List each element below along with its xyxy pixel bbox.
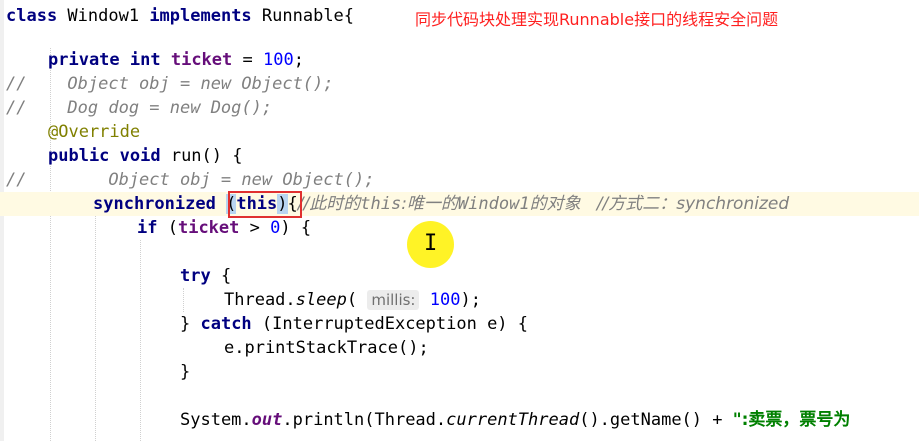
field-name: ticket <box>177 218 240 238</box>
code-line-print-stack[interactable]: e.printStackTrace(); <box>224 336 429 360</box>
code-line-try[interactable]: try { <box>180 264 231 288</box>
code-line-if[interactable]: if (ticket > 0) { <box>137 216 311 240</box>
code-text: System. <box>180 410 252 430</box>
code-text: > <box>239 218 271 238</box>
code-text: = <box>232 50 263 70</box>
code-line-catch[interactable]: } catch (InterruptedException e) { <box>180 312 528 336</box>
keyword: class <box>6 6 58 26</box>
comment: 的对象 //方式二：synchronized <box>529 194 790 214</box>
keyword: synchronized <box>93 194 216 214</box>
code-line-close-brace[interactable]: } <box>180 360 190 384</box>
keyword: private int <box>48 50 161 70</box>
indent-guide <box>140 240 141 441</box>
comment: Window1 <box>457 194 530 214</box>
code-line-comment[interactable]: // Dog dog = new Dog(); <box>6 96 272 120</box>
code-text: Thread. <box>224 290 296 310</box>
code-line-sleep[interactable]: Thread.sleep( millis: 100); <box>224 288 481 312</box>
field-name: ticket <box>170 50 233 70</box>
comment: :唯一的 <box>401 194 458 214</box>
editor-gutter <box>0 0 4 441</box>
highlight-box <box>228 191 302 218</box>
code-line-annotation[interactable]: @Override <box>48 120 140 144</box>
code-line-synchronized[interactable]: synchronized (this){//此时的this:唯一的Window1… <box>93 192 789 216</box>
code-text: ; <box>293 50 304 70</box>
code-line-method-decl[interactable]: public void run() { <box>48 144 242 168</box>
code-text: ) { <box>280 218 312 238</box>
code-text: run() { <box>160 146 243 166</box>
code-text: { <box>210 266 232 286</box>
code-line-comment[interactable]: // Object obj = new Object(); <box>6 72 334 96</box>
text-cursor-icon: I <box>424 231 438 256</box>
indent-guide <box>95 216 96 441</box>
number-literal: 100 <box>429 290 461 310</box>
number-literal: 0 <box>270 218 281 238</box>
code-text: ); <box>460 290 481 310</box>
code-line-println[interactable]: System.out.println(Thread.currentThread(… <box>180 408 850 432</box>
comment: //此时的 <box>297 194 361 214</box>
code-line-comment[interactable]: // Object obj = new Object(); <box>6 168 374 192</box>
static-method: currentThread <box>446 410 580 430</box>
code-text: ( <box>157 218 178 238</box>
keyword: public void <box>48 146 161 166</box>
number-literal: 100 <box>262 50 294 70</box>
code-text: .println(Thread. <box>282 410 447 430</box>
annotation-note: 同步代码块处理实现Runnable接口的线程安全问题 <box>415 10 779 29</box>
keyword: catch <box>200 314 252 334</box>
static-method: sleep <box>295 290 347 310</box>
keyword: implements <box>149 6 252 26</box>
keyword: if <box>137 218 158 238</box>
code-text: (InterruptedException e) { <box>251 314 529 334</box>
code-text: ().getName() + <box>579 410 733 430</box>
keyword: try <box>180 266 211 286</box>
static-field: out <box>251 410 283 430</box>
code-line-field[interactable]: private int ticket = 100; <box>48 48 304 72</box>
code-text: Runnable{ <box>251 6 355 26</box>
code-line-class-decl[interactable]: class Window1 implements Runnable{ <box>6 4 354 28</box>
code-text: ( <box>346 290 368 310</box>
parameter-hint: millis: <box>367 290 420 310</box>
class-name: Window1 <box>57 6 150 26</box>
string-literal: ":卖票，票号为 <box>732 410 851 430</box>
indent-guide <box>183 288 184 312</box>
comment: this <box>360 194 402 214</box>
code-text: } <box>180 314 201 334</box>
